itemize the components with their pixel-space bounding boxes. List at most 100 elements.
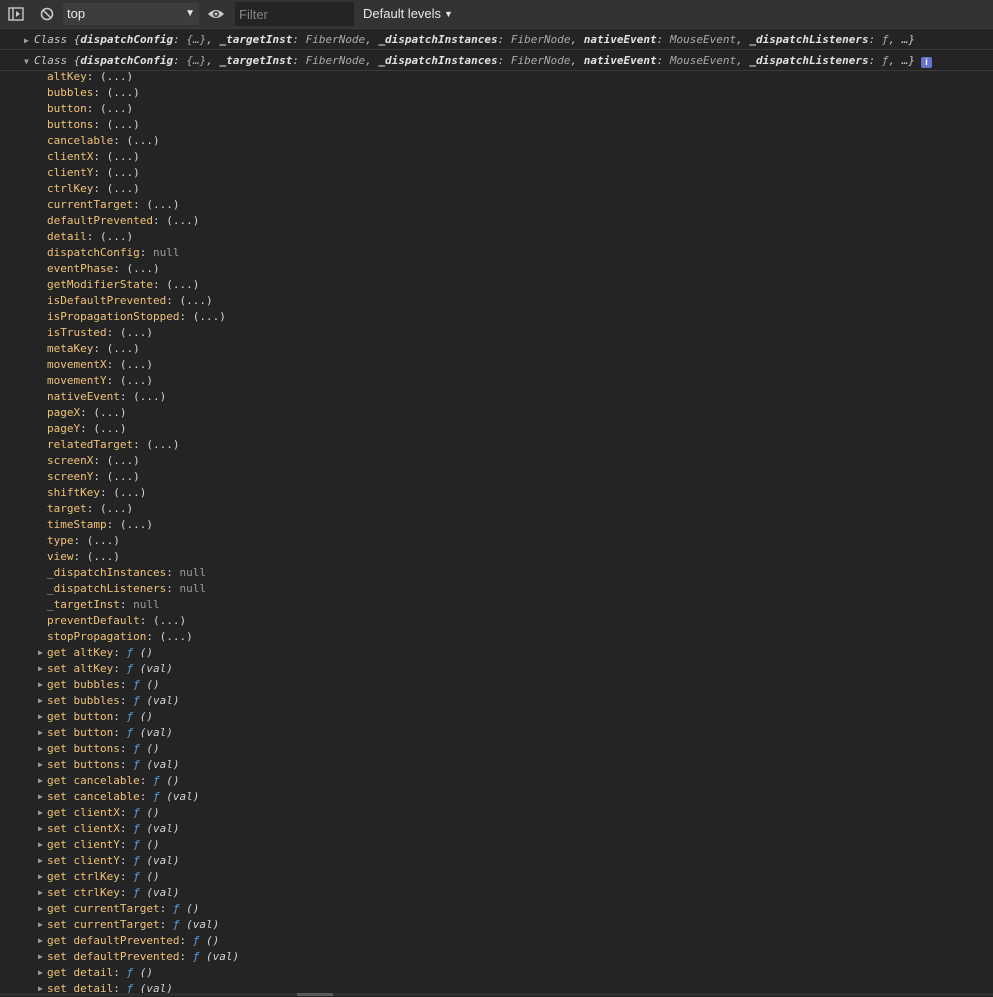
- property-row[interactable]: ▶ get defaultPrevented: ƒ (): [38, 933, 219, 949]
- property-row[interactable]: ▶ set button: ƒ (val): [38, 725, 173, 741]
- expand-triangle-right-icon[interactable]: ▶: [38, 869, 43, 885]
- property-row[interactable]: view: (...): [47, 549, 120, 565]
- property-row[interactable]: type: (...): [47, 533, 120, 549]
- property-row[interactable]: ▶ get buttons: ƒ (): [38, 741, 160, 757]
- property-row[interactable]: metaKey: (...): [47, 341, 140, 357]
- property-row[interactable]: getModifierState: (...): [47, 277, 199, 293]
- expand-triangle-right-icon[interactable]: ▶: [38, 885, 43, 901]
- property-row[interactable]: buttons: (...): [47, 117, 140, 133]
- property-row[interactable]: ▶ get clientX: ƒ (): [38, 805, 160, 821]
- expand-triangle-right-icon[interactable]: ▶: [38, 837, 43, 853]
- context-selector[interactable]: top ▼: [63, 3, 199, 25]
- property-value-lazy[interactable]: (...): [126, 262, 159, 275]
- property-value-lazy[interactable]: (...): [100, 102, 133, 115]
- property-value-lazy[interactable]: (...): [100, 502, 133, 515]
- property-row[interactable]: ctrlKey: (...): [47, 181, 140, 197]
- property-value-lazy[interactable]: (...): [193, 310, 226, 323]
- property-row[interactable]: currentTarget: (...): [47, 197, 179, 213]
- property-row[interactable]: relatedTarget: (...): [47, 437, 179, 453]
- property-value-lazy[interactable]: (...): [100, 70, 133, 83]
- property-value-lazy[interactable]: (...): [120, 326, 153, 339]
- expand-triangle-right-icon[interactable]: ▶: [38, 917, 43, 933]
- expand-triangle-down-icon[interactable]: ▼: [24, 51, 34, 72]
- property-row[interactable]: preventDefault: (...): [47, 613, 186, 629]
- property-row[interactable]: ▶ get ctrlKey: ƒ (): [38, 869, 160, 885]
- expand-triangle-right-icon[interactable]: ▶: [38, 901, 43, 917]
- property-row[interactable]: altKey: (...): [47, 69, 133, 85]
- expand-triangle-right-icon[interactable]: ▶: [38, 853, 43, 869]
- expand-triangle-right-icon[interactable]: ▶: [38, 709, 43, 725]
- expand-triangle-right-icon[interactable]: ▶: [38, 645, 43, 661]
- expand-triangle-right-icon[interactable]: ▶: [38, 661, 43, 677]
- property-row[interactable]: target: (...): [47, 501, 133, 517]
- property-row[interactable]: isPropagationStopped: (...): [47, 309, 226, 325]
- property-value-lazy[interactable]: (...): [179, 294, 212, 307]
- property-row[interactable]: button: (...): [47, 101, 133, 117]
- property-value-lazy[interactable]: (...): [120, 518, 153, 531]
- property-value-lazy[interactable]: (...): [153, 614, 186, 627]
- property-value-lazy[interactable]: (...): [107, 118, 140, 131]
- expand-triangle-right-icon[interactable]: ▶: [38, 789, 43, 805]
- expand-triangle-right-icon[interactable]: ▶: [38, 757, 43, 773]
- expand-triangle-right-icon[interactable]: ▶: [38, 965, 43, 981]
- property-value-lazy[interactable]: (...): [107, 150, 140, 163]
- expand-triangle-right-icon[interactable]: ▶: [38, 677, 43, 693]
- property-row[interactable]: clientX: (...): [47, 149, 140, 165]
- property-value-lazy[interactable]: (...): [126, 134, 159, 147]
- expand-triangle-right-icon[interactable]: ▶: [38, 949, 43, 965]
- property-row[interactable]: ▶ get clientY: ƒ (): [38, 837, 160, 853]
- property-value-lazy[interactable]: (...): [107, 182, 140, 195]
- property-row[interactable]: ▶ get button: ƒ (): [38, 709, 153, 725]
- object-summary[interactable]: ▶ Class {dispatchConfig: {…}, _targetInst…: [24, 29, 915, 51]
- property-row[interactable]: nativeEvent: (...): [47, 389, 166, 405]
- expand-triangle-right-icon[interactable]: ▶: [38, 773, 43, 789]
- property-row[interactable]: movementY: (...): [47, 373, 153, 389]
- property-row[interactable]: ▶ get detail: ƒ (): [38, 965, 153, 981]
- property-value-lazy[interactable]: (...): [107, 454, 140, 467]
- property-row[interactable]: clientY: (...): [47, 165, 140, 181]
- property-value-lazy[interactable]: (...): [107, 86, 140, 99]
- property-row[interactable]: isDefaultPrevented: (...): [47, 293, 213, 309]
- property-value-lazy[interactable]: (...): [93, 406, 126, 419]
- property-row[interactable]: ▶ set cancelable: ƒ (val): [38, 789, 199, 805]
- console-message[interactable]: ▶ Class {dispatchConfig: {…}, _targetInst…: [0, 29, 993, 50]
- property-row[interactable]: ▶ set ctrlKey: ƒ (val): [38, 885, 179, 901]
- property-value-lazy[interactable]: (...): [107, 166, 140, 179]
- property-value-lazy[interactable]: (...): [107, 342, 140, 355]
- expand-triangle-right-icon[interactable]: ▶: [24, 30, 34, 51]
- console-message[interactable]: ▼ Class {dispatchConfig: {…}, _targetInst…: [0, 50, 993, 71]
- property-row[interactable]: ▶ set altKey: ƒ (val): [38, 661, 173, 677]
- property-row[interactable]: pageY: (...): [47, 421, 127, 437]
- property-row[interactable]: ▶ set defaultPrevented: ƒ (val): [38, 949, 239, 965]
- property-value-lazy[interactable]: (...): [120, 374, 153, 387]
- expand-triangle-right-icon[interactable]: ▶: [38, 933, 43, 949]
- property-row[interactable]: isTrusted: (...): [47, 325, 153, 341]
- property-row[interactable]: detail: (...): [47, 229, 133, 245]
- expand-triangle-right-icon[interactable]: ▶: [38, 741, 43, 757]
- property-row[interactable]: stopPropagation: (...): [47, 629, 193, 645]
- property-value-lazy[interactable]: (...): [113, 486, 146, 499]
- property-row[interactable]: ▶ set clientY: ƒ (val): [38, 853, 179, 869]
- object-summary[interactable]: ▼ Class {dispatchConfig: {…}, _targetInst…: [24, 50, 932, 72]
- property-row[interactable]: screenX: (...): [47, 453, 140, 469]
- expand-triangle-right-icon[interactable]: ▶: [38, 725, 43, 741]
- property-row[interactable]: ▶ get cancelable: ƒ (): [38, 773, 179, 789]
- property-value-lazy[interactable]: (...): [120, 358, 153, 371]
- filter-input[interactable]: [235, 2, 354, 26]
- property-row[interactable]: ▶ get altKey: ƒ (): [38, 645, 153, 661]
- property-row[interactable]: bubbles: (...): [47, 85, 140, 101]
- clear-console-button[interactable]: [37, 5, 57, 23]
- property-row[interactable]: screenY: (...): [47, 469, 140, 485]
- property-row[interactable]: ▶ set buttons: ƒ (val): [38, 757, 179, 773]
- property-value-lazy[interactable]: (...): [133, 390, 166, 403]
- property-row[interactable]: timeStamp: (...): [47, 517, 153, 533]
- property-row[interactable]: movementX: (...): [47, 357, 153, 373]
- property-row[interactable]: ▶ set clientX: ƒ (val): [38, 821, 179, 837]
- info-icon[interactable]: i: [920, 57, 932, 68]
- log-levels-dropdown[interactable]: Default levels ▼: [363, 6, 453, 22]
- property-value-lazy[interactable]: (...): [107, 470, 140, 483]
- property-value-lazy[interactable]: (...): [166, 278, 199, 291]
- property-row[interactable]: ▶ get bubbles: ƒ (): [38, 677, 160, 693]
- expand-triangle-right-icon[interactable]: ▶: [38, 821, 43, 837]
- property-row[interactable]: eventPhase: (...): [47, 261, 160, 277]
